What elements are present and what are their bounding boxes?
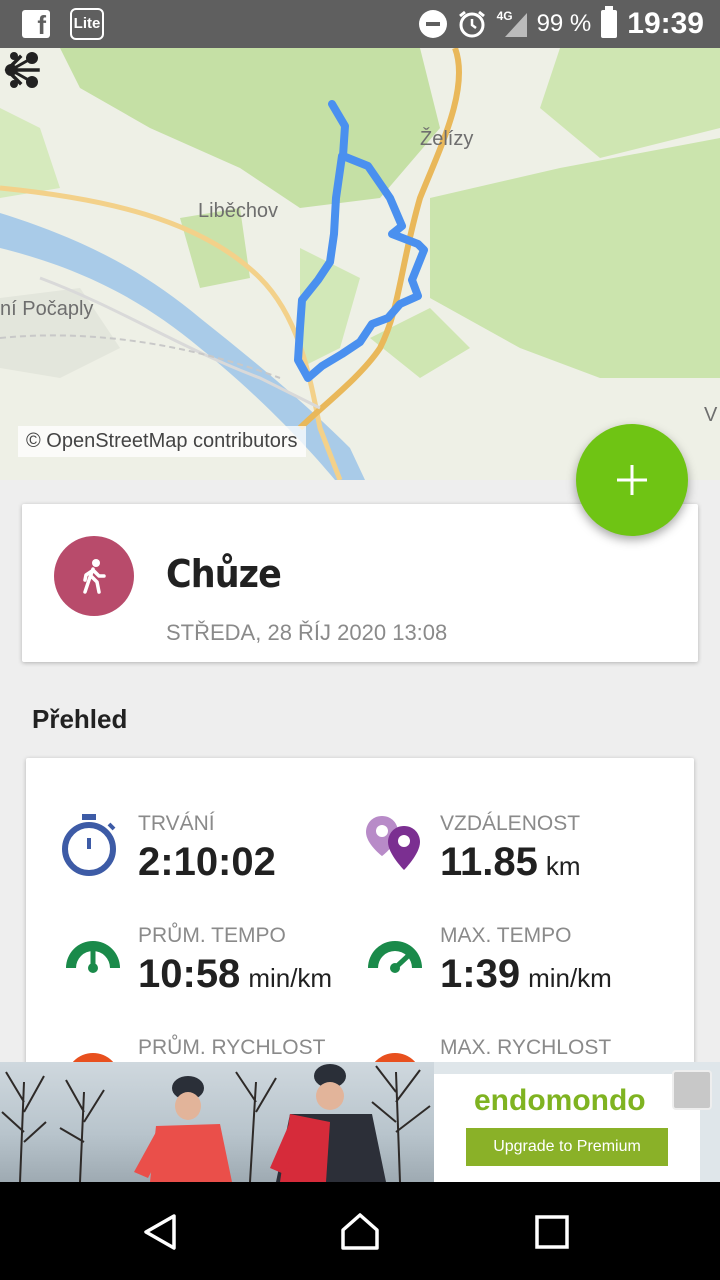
system-nav-bar (0, 1182, 720, 1280)
stat-max-pace: MAX. TEMPO 1:39 min/km (362, 924, 662, 1014)
map-label-zelizy: Želízy (420, 128, 474, 150)
speedometer-icon (66, 941, 120, 973)
speedometer-icon (368, 941, 422, 973)
location-pins-icon (366, 816, 420, 870)
stat-distance: VZDÁLENOST 11.85 km (362, 812, 662, 902)
stat-value: 2:10:02 (138, 840, 276, 884)
nav-home-icon[interactable] (338, 1210, 382, 1254)
stat-label: VZDÁLENOST (440, 812, 581, 835)
map-label-pocaply: ní Počaply (0, 298, 94, 320)
stopwatch-icon (62, 814, 116, 876)
stat-label: PRŮM. RYCHLOST (138, 1036, 326, 1059)
app-icon: Lite (70, 8, 104, 40)
sport-avatar (54, 536, 134, 616)
stat-label: TRVÁNÍ (138, 812, 215, 835)
do-not-disturb-icon (418, 10, 447, 38)
status-bar: f Lite 4G 99 % 19:39 (0, 0, 720, 48)
workout-header-card[interactable]: Chůze STŘEDA, 28 ŘÍJ 2020 13:08 (22, 504, 698, 662)
clock: 19:39 (627, 7, 704, 40)
map-label-edge: V (704, 404, 718, 426)
more-vert-icon[interactable] (0, 48, 28, 92)
sport-title: Chůze (166, 552, 282, 596)
stat-value: 1:39 min/km (440, 952, 612, 996)
stat-label: PRŮM. TEMPO (138, 924, 286, 947)
map-attribution[interactable]: © OpenStreetMap contributors (18, 426, 306, 457)
stat-avg-pace: PRŮM. TEMPO 10:58 min/km (60, 924, 360, 1014)
stat-duration: TRVÁNÍ 2:10:02 (60, 812, 360, 902)
ad-panel[interactable]: endomondo Upgrade to Premium (434, 1074, 700, 1182)
stat-value: 11.85 km (440, 840, 581, 884)
nav-recents-icon[interactable] (530, 1210, 574, 1254)
battery-percent: 99 % (536, 10, 592, 37)
battery-icon (601, 6, 618, 38)
map-label-libechov: Liběchov (198, 200, 279, 222)
ad-badge-icon[interactable] (672, 1070, 712, 1110)
ad-photo (0, 1062, 434, 1182)
upgrade-premium-button[interactable]: Upgrade to Premium (466, 1128, 668, 1166)
facebook-icon: f (22, 10, 50, 40)
map-canvas (0, 48, 720, 480)
stat-label: MAX. RYCHLOST (440, 1036, 612, 1059)
signal-icon: 4G (497, 9, 527, 39)
plus-icon (617, 465, 647, 495)
walking-icon (83, 559, 106, 594)
nav-back-icon[interactable] (138, 1210, 182, 1254)
ad-banner[interactable]: endomondo Upgrade to Premium (0, 1062, 720, 1182)
alarm-icon (458, 10, 485, 38)
stat-value: 10:58 min/km (138, 952, 333, 996)
overview-heading: Přehled (32, 704, 128, 734)
route-map[interactable]: Želízy Liběchov ní Počaply V © OpenStree… (0, 48, 720, 480)
ad-brand-logo: endomondo (474, 1084, 646, 1117)
add-button[interactable] (576, 424, 688, 536)
stat-label: MAX. TEMPO (440, 924, 572, 947)
workout-date: STŘEDA, 28 ŘÍJ 2020 13:08 (166, 620, 448, 645)
overview-card: TRVÁNÍ 2:10:02 VZDÁLENOST 11.85 km PRŮM. … (26, 758, 694, 1088)
